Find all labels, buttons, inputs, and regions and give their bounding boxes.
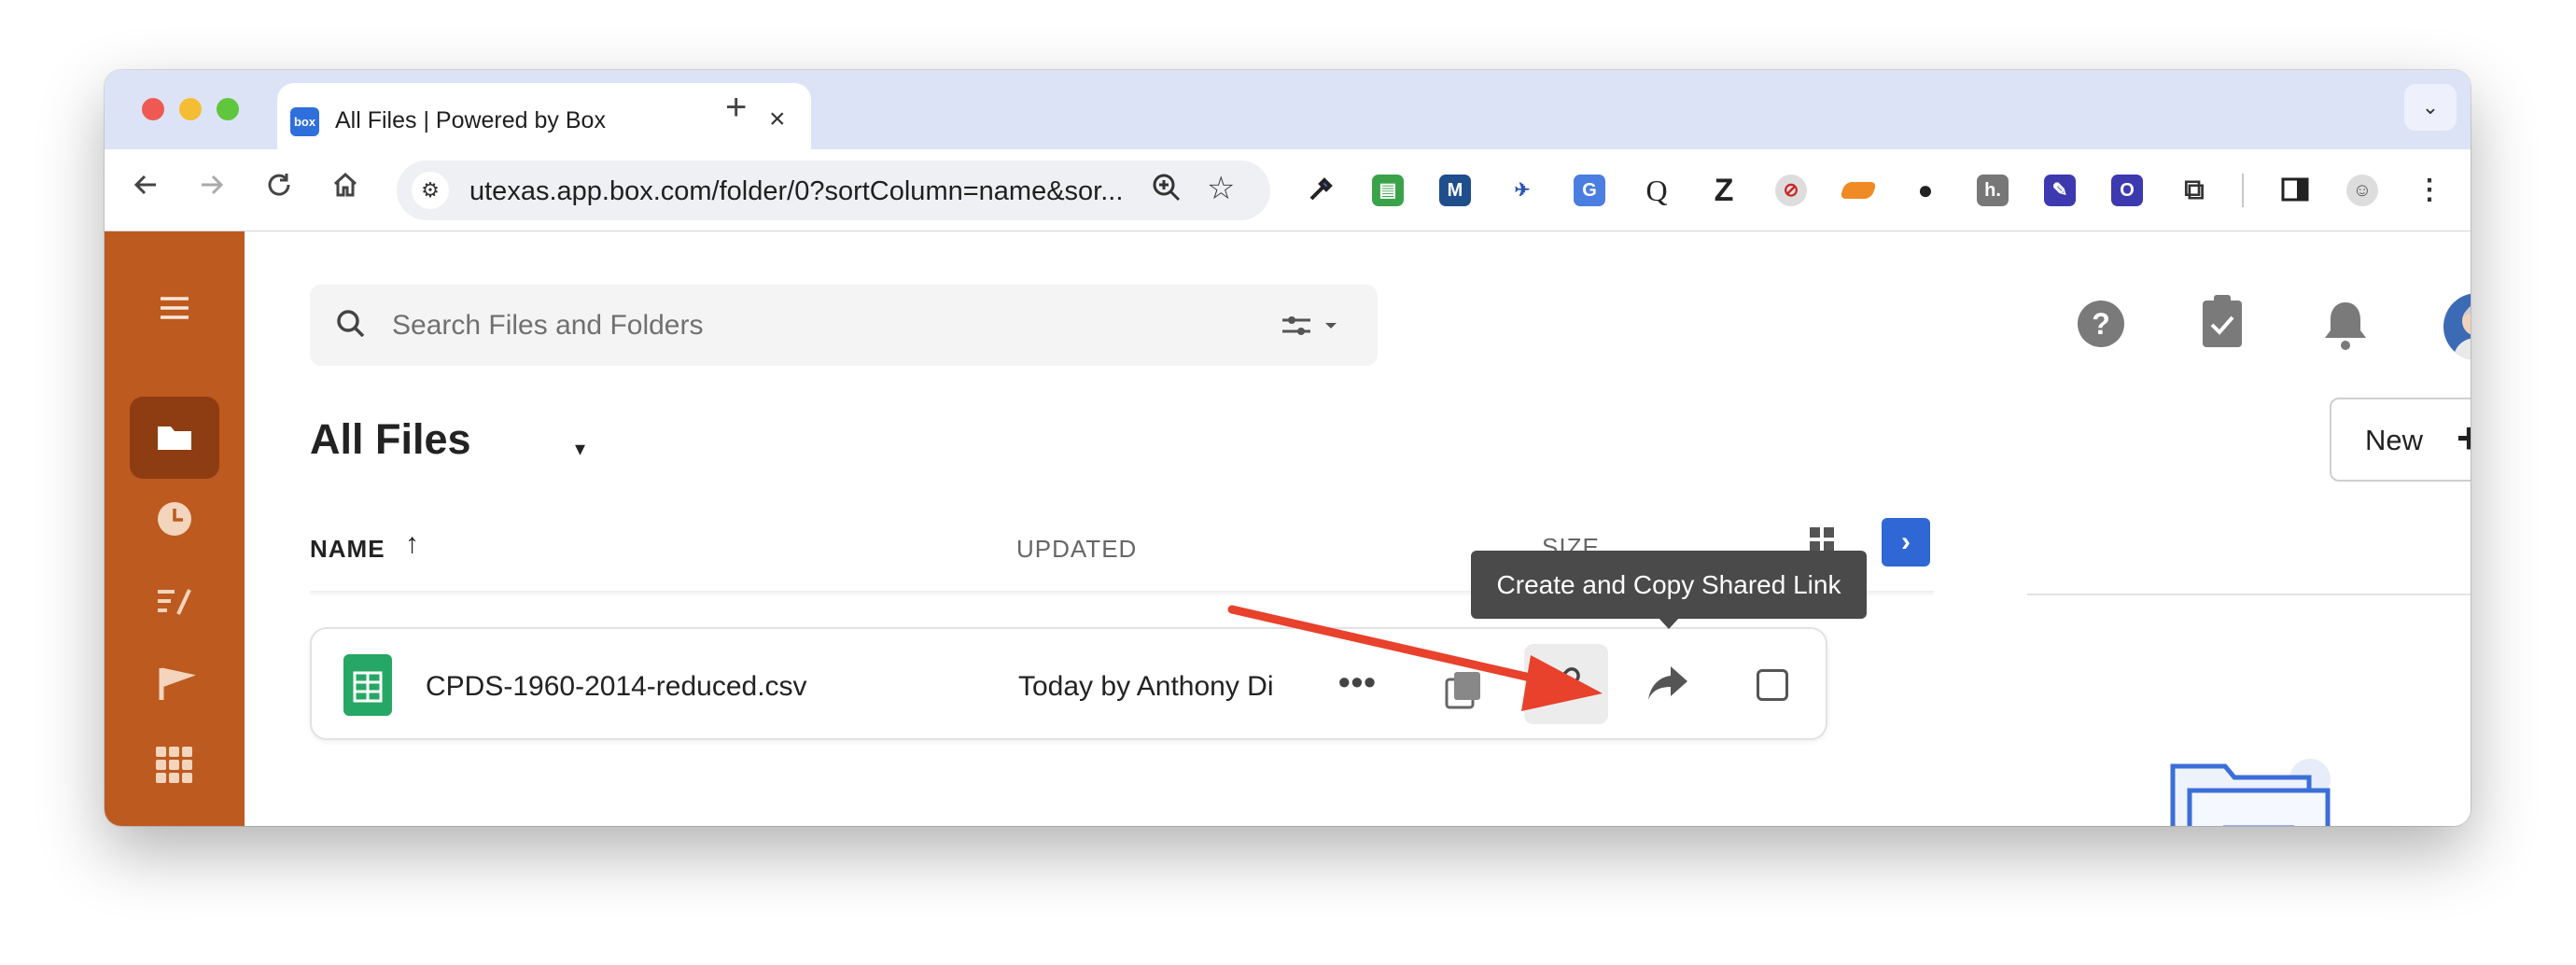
screenshot-stage: box All Files | Powered by Box × + ⌄ ⚙ u… <box>0 0 2576 965</box>
annotation-arrow-icon <box>1227 605 1603 711</box>
browser-window: box All Files | Powered by Box × + ⌄ ⚙ u… <box>105 70 2471 826</box>
